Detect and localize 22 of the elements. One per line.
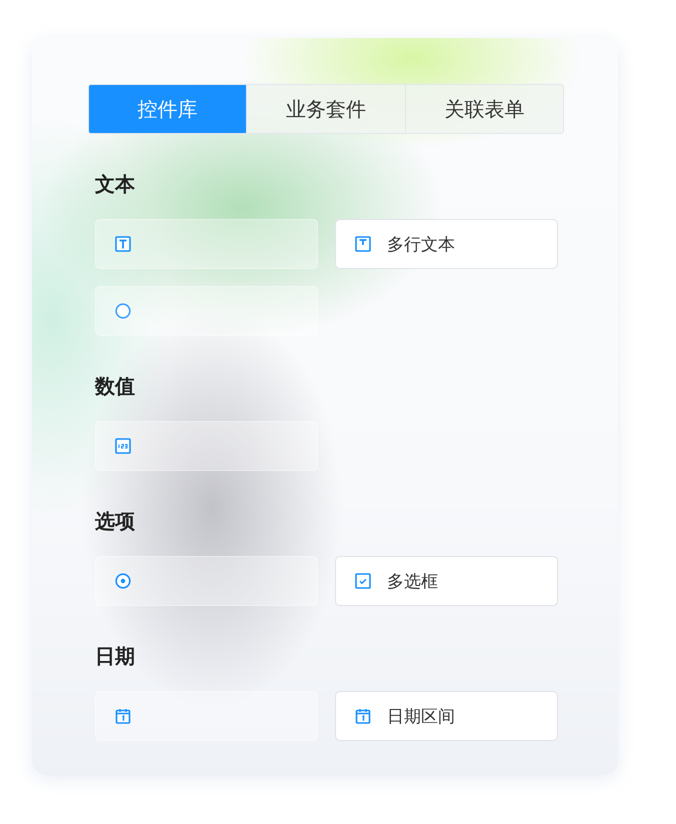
text-box-icon bbox=[115, 236, 131, 252]
control-item[interactable] bbox=[95, 691, 318, 741]
number-box-icon bbox=[115, 438, 131, 454]
control-item[interactable]: 多选框 bbox=[335, 556, 558, 606]
calendar-icon bbox=[115, 708, 131, 724]
section-title: 日期 bbox=[95, 644, 136, 668]
control-item[interactable] bbox=[95, 286, 318, 336]
section-title: 选项 bbox=[95, 509, 136, 533]
tab[interactable]: 关联表单 bbox=[404, 85, 563, 133]
calendar-icon bbox=[355, 708, 371, 724]
circle-icon bbox=[115, 303, 131, 319]
control-item[interactable]: 日期区间 bbox=[335, 691, 558, 741]
control-item[interactable] bbox=[95, 556, 318, 606]
radio-icon bbox=[115, 573, 131, 589]
text-box-icon bbox=[355, 236, 371, 252]
section-title: 文本 bbox=[95, 172, 136, 196]
control-item[interactable] bbox=[95, 219, 318, 269]
control-item[interactable] bbox=[95, 421, 318, 471]
section-title: 数值 bbox=[95, 374, 136, 398]
checkbox-icon bbox=[355, 573, 371, 589]
tab[interactable]: 业务套件 bbox=[246, 85, 405, 133]
control-item[interactable]: 多行文本 bbox=[335, 219, 558, 269]
